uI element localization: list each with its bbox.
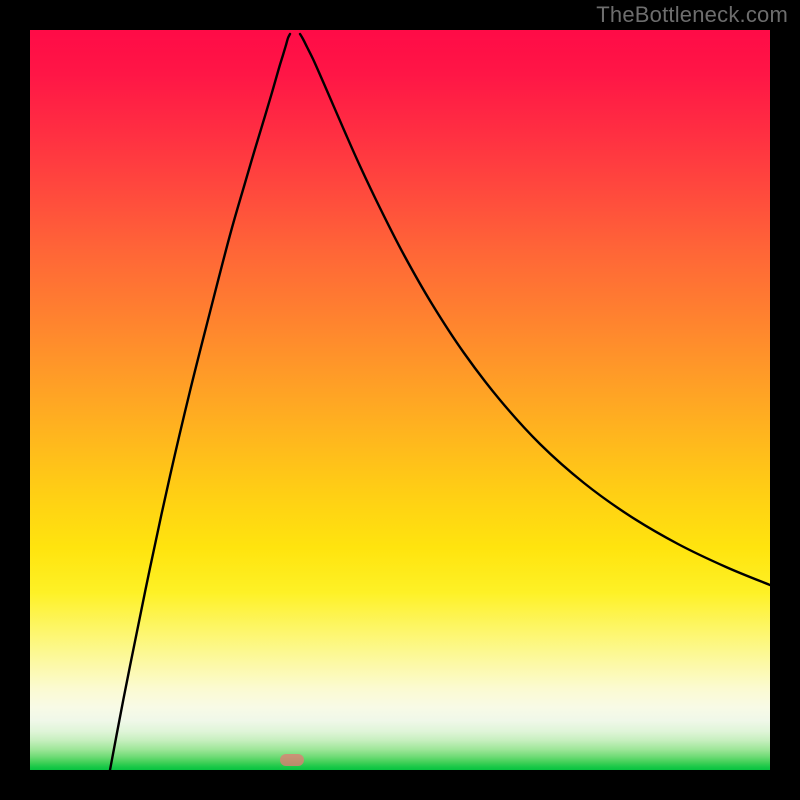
curve-layer <box>30 30 770 770</box>
chart-frame: TheBottleneck.com <box>0 0 800 800</box>
curve-right <box>300 34 770 585</box>
curve-left <box>110 34 290 770</box>
plot-area <box>30 30 770 770</box>
dip-marker <box>280 754 304 766</box>
watermark-text: TheBottleneck.com <box>596 2 788 28</box>
